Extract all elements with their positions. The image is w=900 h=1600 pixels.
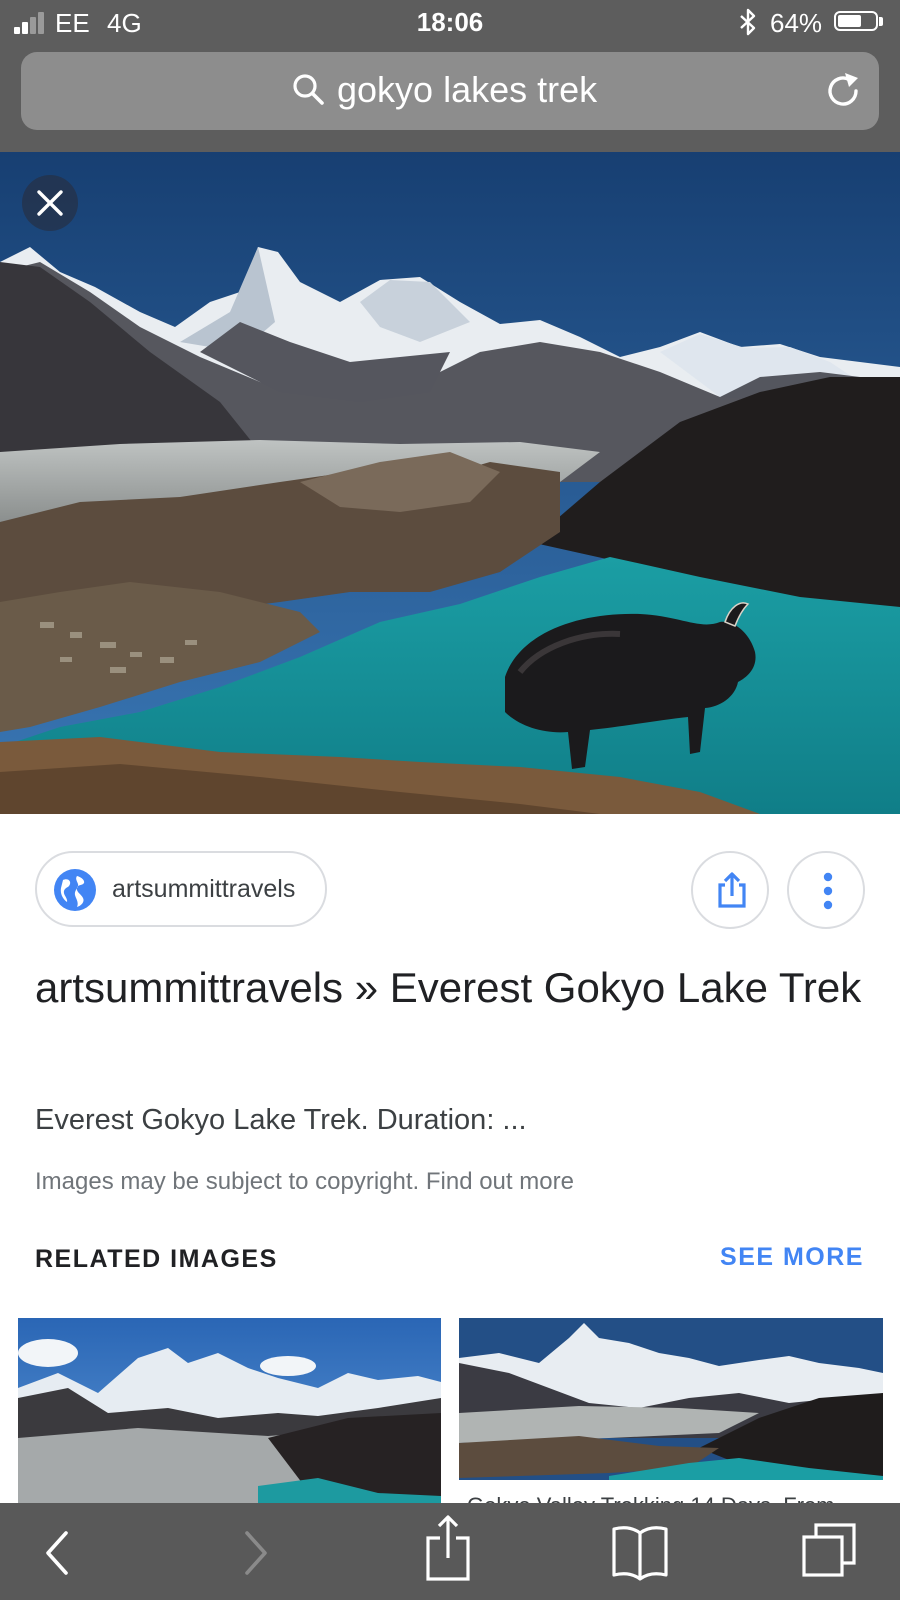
copyright-notice[interactable]: Images may be subject to copyright. Find… bbox=[35, 1168, 574, 1196]
source-site-chip[interactable]: artsummittravels bbox=[35, 851, 327, 927]
search-icon bbox=[293, 74, 324, 105]
reload-icon[interactable] bbox=[823, 70, 865, 112]
more-vert-icon bbox=[823, 872, 833, 910]
battery-percentage: 64% bbox=[770, 8, 823, 38]
globe-icon bbox=[54, 869, 96, 911]
share-icon bbox=[718, 872, 746, 908]
gokyo-lake-photo bbox=[0, 152, 900, 814]
chevron-right-icon bbox=[245, 1531, 267, 1575]
see-more-link[interactable]: SEE MORE bbox=[720, 1243, 864, 1272]
share-icon bbox=[426, 1515, 470, 1581]
image-preview[interactable] bbox=[0, 152, 900, 814]
battery-icon bbox=[834, 11, 884, 33]
bluetooth-icon bbox=[740, 8, 756, 36]
forward-button[interactable] bbox=[225, 1503, 285, 1600]
toolbar-share-button[interactable] bbox=[418, 1503, 478, 1600]
close-icon bbox=[37, 190, 63, 216]
url-search-bar[interactable]: gokyo lakes trek bbox=[21, 52, 879, 130]
result-description: Everest Gokyo Lake Trek. Duration: ... bbox=[35, 1104, 527, 1136]
close-preview-button[interactable] bbox=[22, 175, 78, 231]
result-title[interactable]: artsummittravels » Everest Gokyo Lake Tr… bbox=[35, 955, 865, 1020]
related-image-thumbnail[interactable] bbox=[18, 1318, 441, 1504]
bookmarks-button[interactable] bbox=[608, 1503, 672, 1600]
browser-toolbar bbox=[0, 1503, 900, 1600]
source-site-name: artsummittravels bbox=[112, 875, 296, 903]
book-icon bbox=[612, 1526, 668, 1581]
status-time: 18:06 bbox=[416, 7, 484, 37]
related-images-heading: RELATED IMAGES bbox=[35, 1245, 278, 1273]
chevron-left-icon bbox=[46, 1531, 68, 1575]
share-button[interactable] bbox=[691, 851, 769, 929]
browser-top-chrome: EE 4G 18:06 64% gokyo lakes trek bbox=[0, 0, 900, 152]
back-button[interactable] bbox=[30, 1503, 90, 1600]
more-options-button[interactable] bbox=[787, 851, 865, 929]
search-query-text[interactable]: gokyo lakes trek bbox=[337, 69, 597, 111]
related-image-thumbnail[interactable] bbox=[459, 1318, 883, 1480]
status-bar: EE 4G 18:06 64% bbox=[0, 0, 900, 46]
tabs-button[interactable] bbox=[800, 1503, 860, 1600]
tabs-icon bbox=[802, 1523, 856, 1577]
